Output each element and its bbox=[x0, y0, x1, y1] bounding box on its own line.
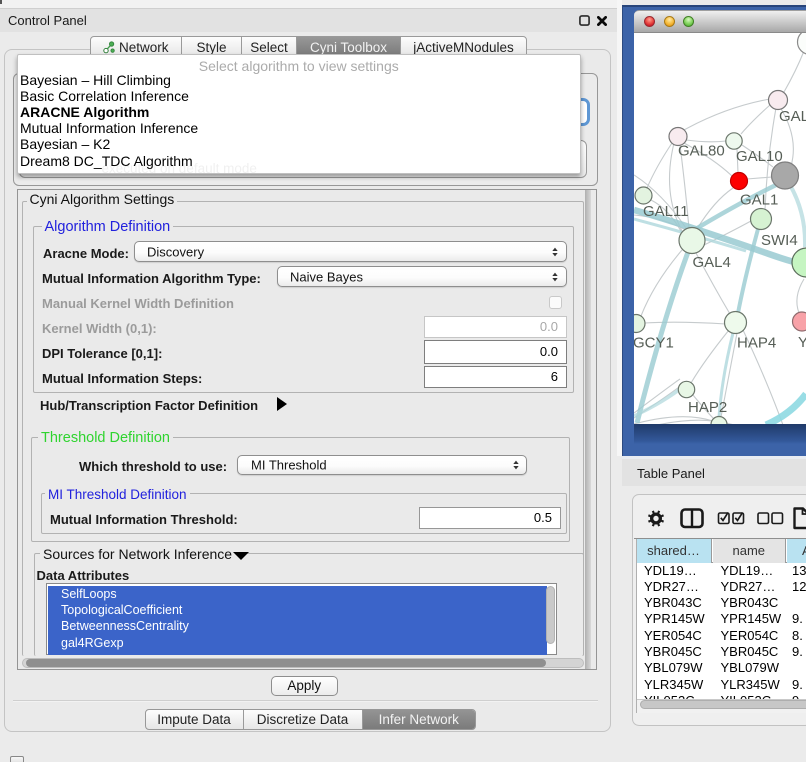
svg-text:SWI4: SWI4 bbox=[761, 232, 798, 249]
svg-text:GCY1: GCY1 bbox=[634, 334, 674, 351]
svg-text:GAL11: GAL11 bbox=[643, 203, 689, 220]
svg-text:HAP4: HAP4 bbox=[737, 334, 776, 351]
svg-text:GAL: GAL bbox=[779, 108, 806, 125]
svg-text:GAL80: GAL80 bbox=[678, 142, 725, 159]
svg-text:GAL10: GAL10 bbox=[736, 148, 783, 165]
svg-text:GAL4: GAL4 bbox=[693, 254, 731, 271]
svg-text:Y: Y bbox=[798, 334, 806, 351]
svg-text:HAP2: HAP2 bbox=[688, 399, 727, 416]
svg-text:GAL1: GAL1 bbox=[740, 191, 778, 208]
